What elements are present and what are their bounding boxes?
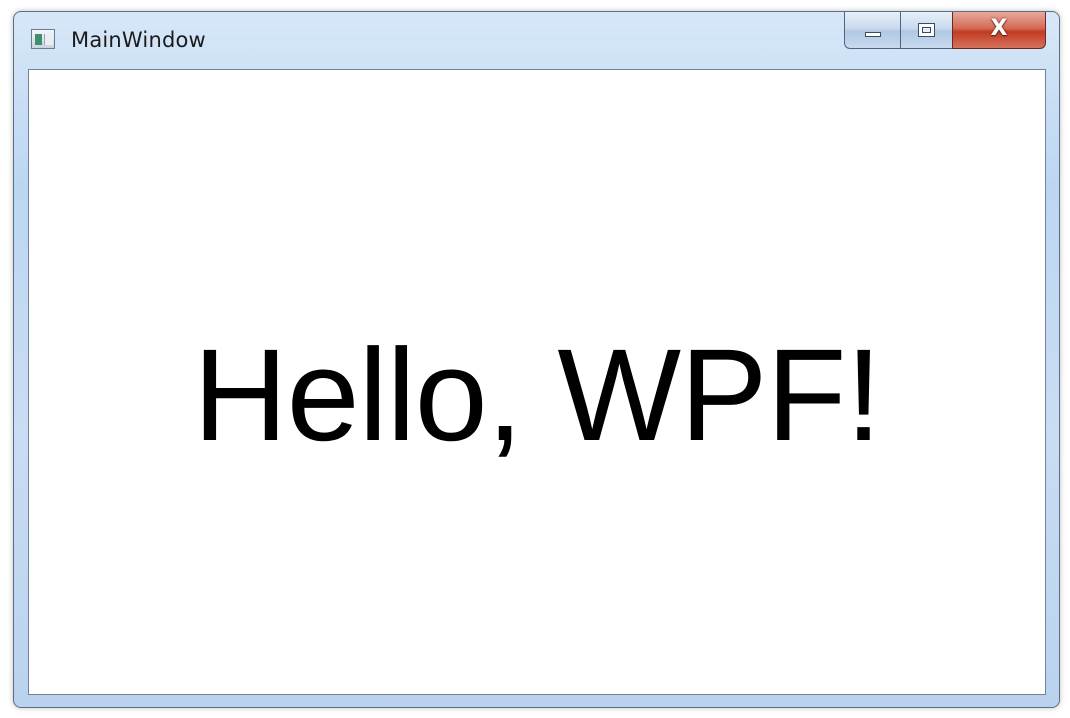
window-app-icon[interactable] [31, 29, 55, 49]
window-title: MainWindow [71, 28, 206, 52]
app-icon-pane-right [44, 34, 53, 45]
app-icon-pane-left [35, 34, 42, 45]
minimize-icon [865, 32, 881, 37]
client-area: Hello, WPF! [28, 69, 1046, 695]
title-bar[interactable]: MainWindow X [14, 12, 1059, 68]
close-button[interactable]: X [952, 12, 1046, 49]
close-icon: X [990, 16, 1008, 41]
maximize-button[interactable] [900, 12, 952, 49]
caption-buttons: X [844, 12, 1046, 50]
maximize-icon [918, 23, 935, 37]
main-window: MainWindow X Hello, WPF! [13, 11, 1060, 708]
greeting-text: Hello, WPF! [193, 321, 882, 468]
minimize-button[interactable] [844, 12, 900, 49]
